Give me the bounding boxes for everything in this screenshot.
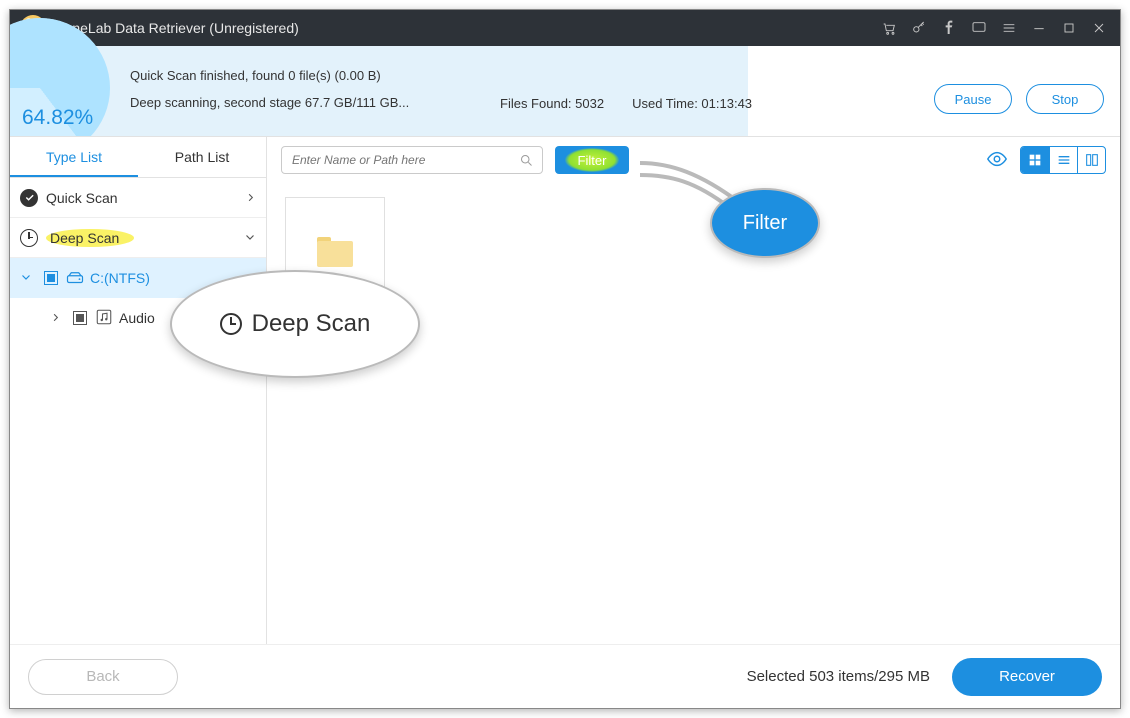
recover-button[interactable]: Recover	[952, 658, 1102, 696]
check-circle-icon	[20, 189, 38, 207]
used-time: Used Time: 01:13:43	[632, 96, 752, 111]
callout-filter: Filter	[710, 188, 820, 258]
drive-icon	[66, 271, 84, 285]
search-input-wrapper[interactable]	[281, 146, 543, 174]
callout-filter-label: Filter	[743, 212, 787, 235]
chevron-down-icon	[20, 270, 32, 286]
view-grid-button[interactable]	[1021, 147, 1049, 173]
tree-quick-scan-label: Quick Scan	[46, 190, 118, 206]
minimize-icon[interactable]	[1024, 10, 1054, 46]
progress-percent: 64.82%	[22, 106, 93, 130]
music-icon	[95, 308, 113, 329]
back-button[interactable]: Back	[28, 659, 178, 695]
key-icon[interactable]	[904, 10, 934, 46]
checkbox-icon[interactable]	[44, 271, 58, 285]
close-icon[interactable]	[1084, 10, 1114, 46]
files-found: Files Found: 5032	[500, 96, 604, 111]
tree-quick-scan[interactable]: Quick Scan	[10, 178, 266, 218]
scan-line-1: Quick Scan finished, found 0 file(s) (0.…	[130, 68, 409, 83]
menu-icon[interactable]	[994, 10, 1024, 46]
cart-icon[interactable]	[874, 10, 904, 46]
selection-info: Selected 503 items/295 MB	[747, 668, 930, 685]
chevron-down-icon	[244, 230, 256, 246]
callout-deep-scan-label: Deep Scan	[252, 310, 371, 338]
filter-button-label: Filter	[578, 153, 607, 168]
chevron-right-icon	[245, 190, 256, 206]
tree-deep-scan[interactable]: Deep Scan	[10, 218, 266, 258]
clock-icon	[220, 313, 242, 335]
stop-button[interactable]: Stop	[1026, 84, 1104, 114]
scan-status-text: Quick Scan finished, found 0 file(s) (0.…	[130, 68, 409, 122]
checkbox-icon[interactable]	[73, 311, 87, 325]
clock-icon	[20, 229, 38, 247]
tree-drive-label: C:(NTFS)	[90, 270, 150, 286]
filter-button[interactable]: Filter	[555, 146, 629, 174]
search-icon	[519, 153, 534, 168]
maximize-icon[interactable]	[1054, 10, 1084, 46]
callout-deep-scan: Deep Scan	[170, 270, 420, 378]
footer-bar: Back Selected 503 items/295 MB Recover	[10, 644, 1120, 708]
tree-deep-scan-label: Deep Scan	[46, 229, 134, 247]
facebook-icon[interactable]	[934, 10, 964, 46]
app-window: FoneLab Data Retriever (Unregistered)	[9, 9, 1121, 709]
search-input[interactable]	[290, 152, 519, 168]
chevron-right-icon	[50, 310, 61, 326]
tab-type-list[interactable]: Type List	[10, 137, 138, 177]
folder-icon	[317, 237, 353, 267]
preview-icon[interactable]	[984, 148, 1012, 172]
sidebar: Type List Path List Quick Scan Deep Scan	[10, 137, 267, 656]
scan-line-2: Deep scanning, second stage 67.7 GB/111 …	[130, 95, 409, 110]
view-mode-group	[1020, 146, 1106, 174]
view-detail-button[interactable]	[1077, 147, 1105, 173]
view-list-button[interactable]	[1049, 147, 1077, 173]
tab-path-list[interactable]: Path List	[138, 137, 266, 177]
pause-button[interactable]: Pause	[934, 84, 1012, 114]
status-strip: 64.82% Quick Scan finished, found 0 file…	[10, 46, 1120, 136]
tree-audio-label: Audio	[119, 310, 155, 326]
titlebar: FoneLab Data Retriever (Unregistered)	[10, 10, 1120, 46]
feedback-icon[interactable]	[964, 10, 994, 46]
